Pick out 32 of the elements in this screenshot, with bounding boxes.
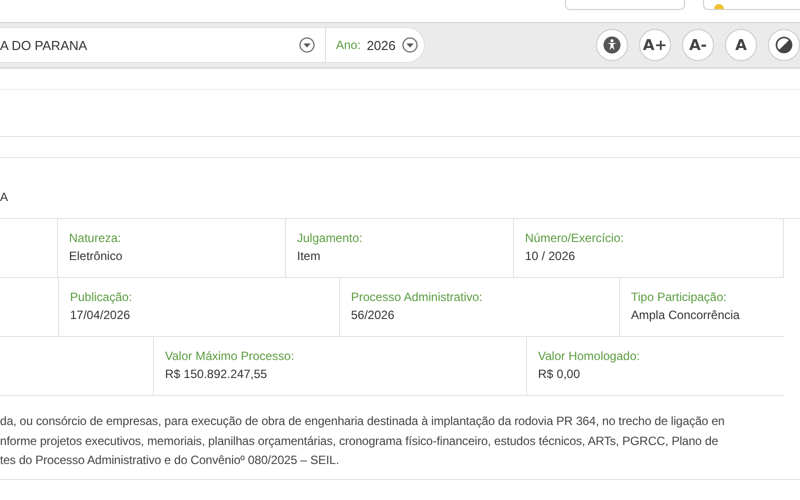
dropdown-icon [402,37,418,53]
field-label: Valor Homologado: [538,349,641,363]
year-label: Ano: [336,38,361,52]
field-value: 17/04/2026 [70,308,132,322]
field-label: Valor Máximo Processo: [165,349,296,363]
field-value: Item [297,249,322,263]
font-size-button[interactable]: A+ [639,29,671,61]
field-label: Publicação: [70,290,134,304]
description-text: da, ou consórcio de empresas, para execução de obra de engenharia destinada à implantação da rodovia PR 364, no trecho de ligação en [0,413,726,430]
title-text: A [0,157,800,218]
field-value: R$ 150.892.247,55 [165,367,268,381]
year-select[interactable]: 2026 [366,38,396,52]
contrast-button[interactable] [768,29,800,61]
field-label: Número/Exercício: [525,231,625,245]
field-value: Eletrônico [69,249,124,263]
field-value: R$ 0,00 [538,367,582,381]
description-text: tes do Processo Administrativo e do Convênioº 080/2025 – SEIL. [0,452,340,469]
accessibility-button[interactable] [596,29,628,61]
entity-select[interactable]: A DO PARANA [0,38,88,52]
field-value: 56/2026 [351,308,396,322]
field-label: Tipo Participação: [631,290,728,304]
font-size-button[interactable]: A- [682,29,714,61]
field-label: Processo Administrativo: [351,290,484,304]
field-value: 10 / 2026 [525,249,576,263]
field-label: Julgamento: [297,231,364,245]
accessibility-icon [603,36,621,54]
field-label: Natureza: [69,231,122,245]
contrast-icon [775,36,793,54]
field-value: Ampla Concorrência [631,308,741,322]
dropdown-icon [299,37,315,53]
font-size-button[interactable]: A [725,29,757,61]
description-text: nforme projetos executivos, memoriais, planilhas orçamentárias, cronograma físico-financeiro, estudos técnicos, ARTs, PGRCC, Plano de [0,432,720,450]
